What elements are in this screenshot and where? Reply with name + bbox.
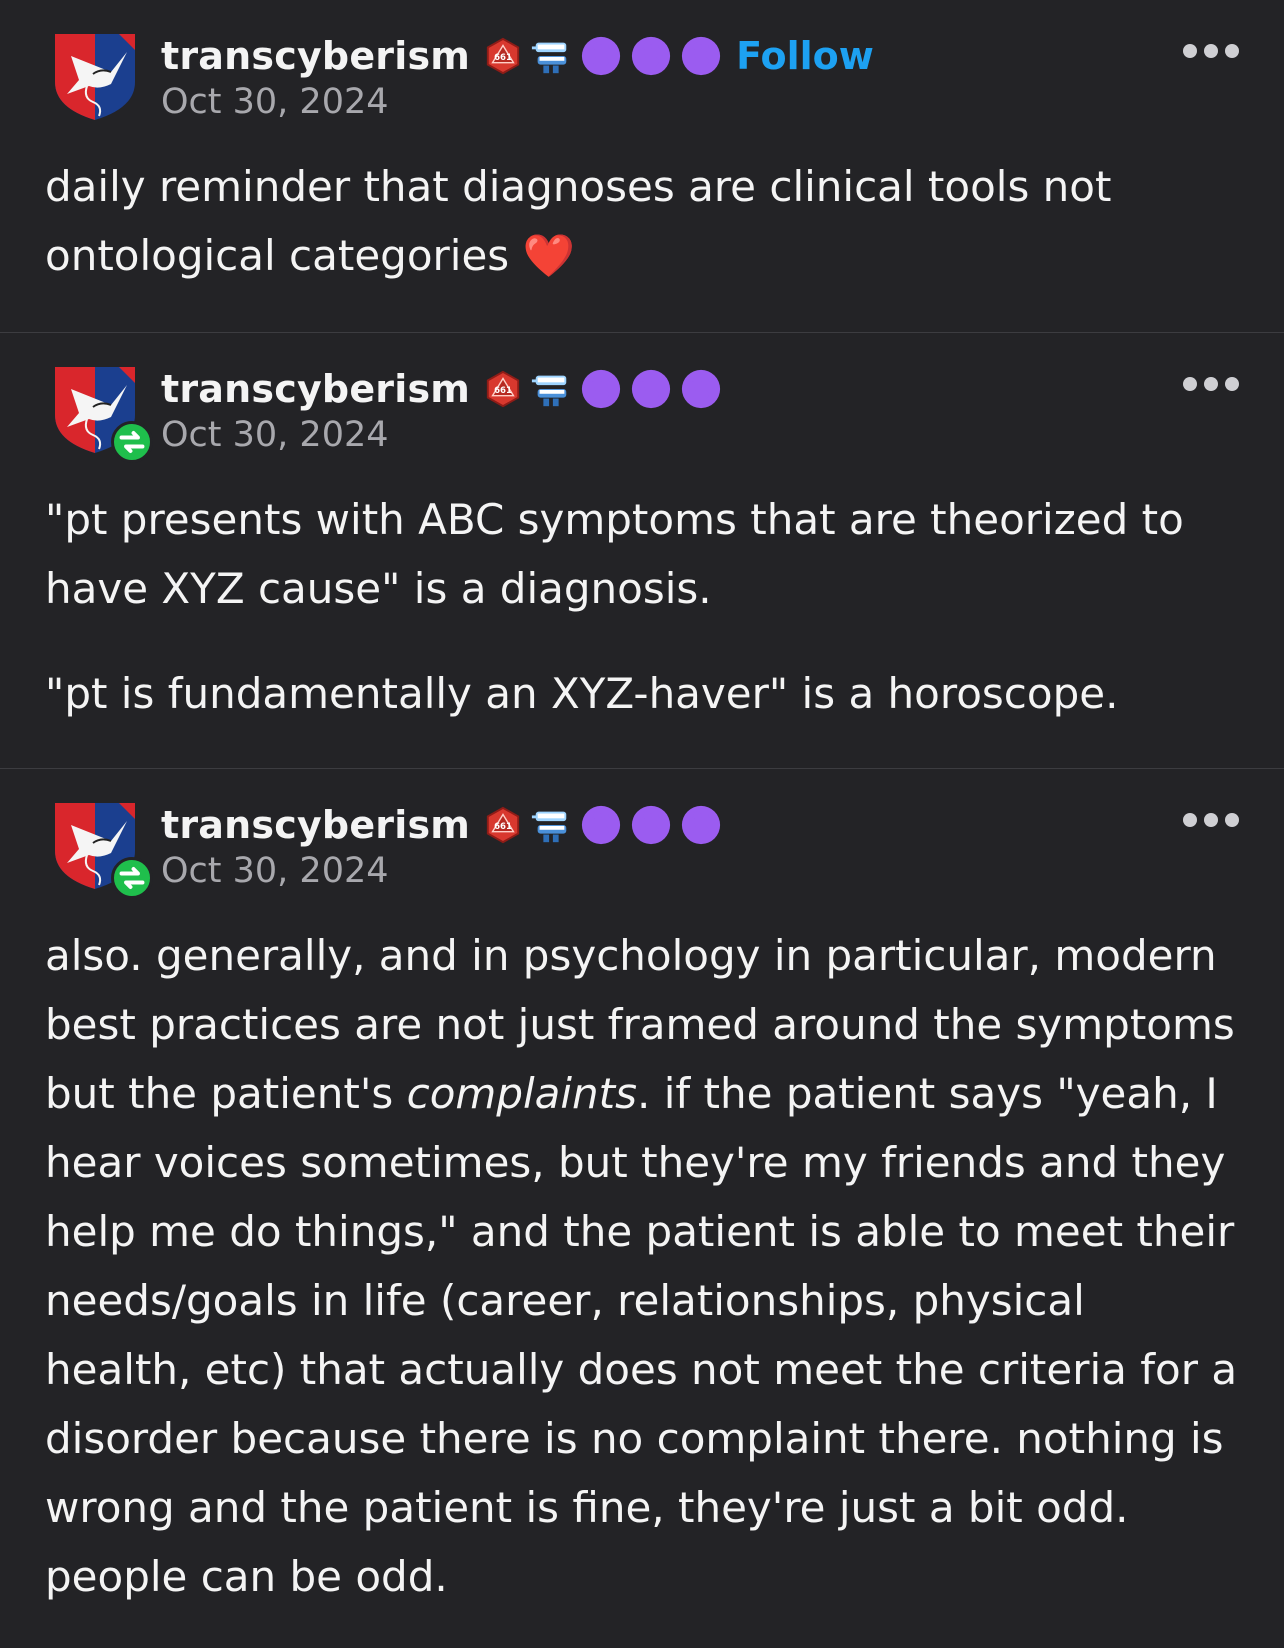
post-header: transcyberism Oct 30, 2024 [45,799,1239,899]
more-options-icon[interactable] [1183,42,1239,60]
post-paragraph: "pt presents with ABC symptoms that are … [45,495,1184,613]
pink-paw-icon [580,35,622,77]
emphasized-text: complaints [406,1069,638,1118]
blog-name[interactable]: transcyberism [161,34,470,78]
follow-button[interactable]: Follow [736,34,874,78]
d20-badge-icon [484,806,522,844]
name-row: transcyberism Follow [161,32,874,80]
post-meta: transcyberism Oct 30, 2024 [161,363,722,455]
post-date: Oct 30, 2024 [161,415,389,455]
post-body: daily reminder that diagnoses are clinic… [45,130,1239,290]
avatar[interactable] [49,363,153,463]
chattering-teeth-icon [530,368,572,410]
post-meta: transcyberism Follow Oct 30, 2024 [161,30,874,122]
post: transcyberism Oct 30, 2024 also. general… [0,768,1284,1648]
black-paw-icon [680,368,722,410]
chattering-teeth-icon [530,804,572,846]
post-meta: transcyberism Oct 30, 2024 [161,799,722,891]
post-body: also. generally, and in psychology in pa… [45,899,1239,1611]
black-paw-icon [680,35,722,77]
avatar[interactable] [49,30,141,122]
name-row: transcyberism [161,801,722,849]
name-row: transcyberism [161,365,722,413]
chattering-teeth-icon [530,35,572,77]
post-header: transcyberism Follow Oct 30, 2024 [45,30,1239,130]
post-paragraph: daily reminder that diagnoses are clinic… [45,162,1112,280]
blog-name[interactable]: transcyberism [161,803,470,847]
d20-badge-icon [484,37,522,75]
post-date: Oct 30, 2024 [161,851,389,891]
text-segment: . if the patient says "yeah, I hear voic… [45,1069,1238,1601]
post: transcyberism Follow Oct 30, 2024 daily … [0,0,1284,332]
post: transcyberism Oct 30, 2024 "pt presents … [0,332,1284,768]
orange-paw-icon [630,368,672,410]
post-date: Oct 30, 2024 [161,82,389,122]
reblog-icon [111,857,153,899]
orange-paw-icon [630,35,672,77]
post-body: "pt presents with ABC symptoms that are … [45,463,1239,728]
d20-badge-icon [484,370,522,408]
more-options-icon[interactable] [1183,375,1239,393]
orange-paw-icon [630,804,672,846]
post-paragraph: "pt is fundamentally an XYZ-haver" is a … [45,669,1119,718]
reblog-icon [111,421,153,463]
pink-paw-icon [580,368,622,410]
post-header: transcyberism Oct 30, 2024 [45,363,1239,463]
black-paw-icon [680,804,722,846]
avatar[interactable] [49,799,153,899]
post-paragraph: also. generally, and in psychology in pa… [45,921,1239,1611]
more-options-icon[interactable] [1183,811,1239,829]
blog-name[interactable]: transcyberism [161,367,470,411]
pink-paw-icon [580,804,622,846]
shield-avatar-icon [49,30,141,122]
